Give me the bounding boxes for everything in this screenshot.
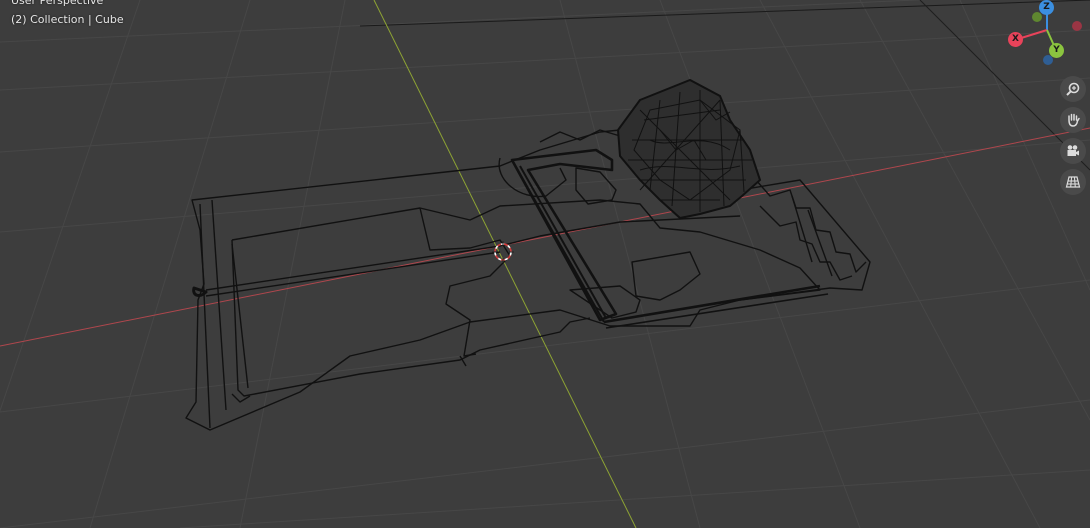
y-axis-ball[interactable]: Y bbox=[1049, 43, 1064, 58]
y-axis-line bbox=[373, 0, 637, 528]
zoom-button[interactable] bbox=[1060, 76, 1086, 102]
collection-label: (2) Collection | Cube bbox=[11, 13, 124, 26]
3d-viewport[interactable]: User Perspective (2) Collection | Cube Z… bbox=[0, 0, 1090, 528]
cheese-mesh[interactable] bbox=[616, 78, 762, 220]
navigation-controls bbox=[1060, 76, 1088, 200]
zoom-icon bbox=[1066, 82, 1080, 96]
neg-x-axis-ball[interactable] bbox=[1072, 21, 1082, 31]
hand-icon bbox=[1068, 113, 1080, 127]
view-title: User Perspective bbox=[11, 0, 104, 7]
cube-wireframe[interactable] bbox=[185, 129, 871, 431]
navigation-gizmo[interactable]: Z X Y bbox=[1000, 0, 1082, 70]
z-axis-ball[interactable]: Z bbox=[1039, 0, 1054, 15]
x-axis-ball[interactable]: X bbox=[1008, 32, 1023, 47]
horizon-line bbox=[359, 0, 1090, 27]
camera-view-button[interactable] bbox=[1060, 138, 1086, 164]
ortho-toggle-button[interactable] bbox=[1060, 169, 1086, 195]
scene-canvas[interactable] bbox=[0, 0, 1090, 528]
neg-y-axis-ball[interactable] bbox=[1032, 12, 1042, 22]
camera-icon bbox=[1067, 145, 1079, 156]
grid-icon bbox=[1065, 176, 1081, 188]
floor-grid bbox=[0, 0, 1090, 528]
pan-button[interactable] bbox=[1060, 107, 1086, 133]
